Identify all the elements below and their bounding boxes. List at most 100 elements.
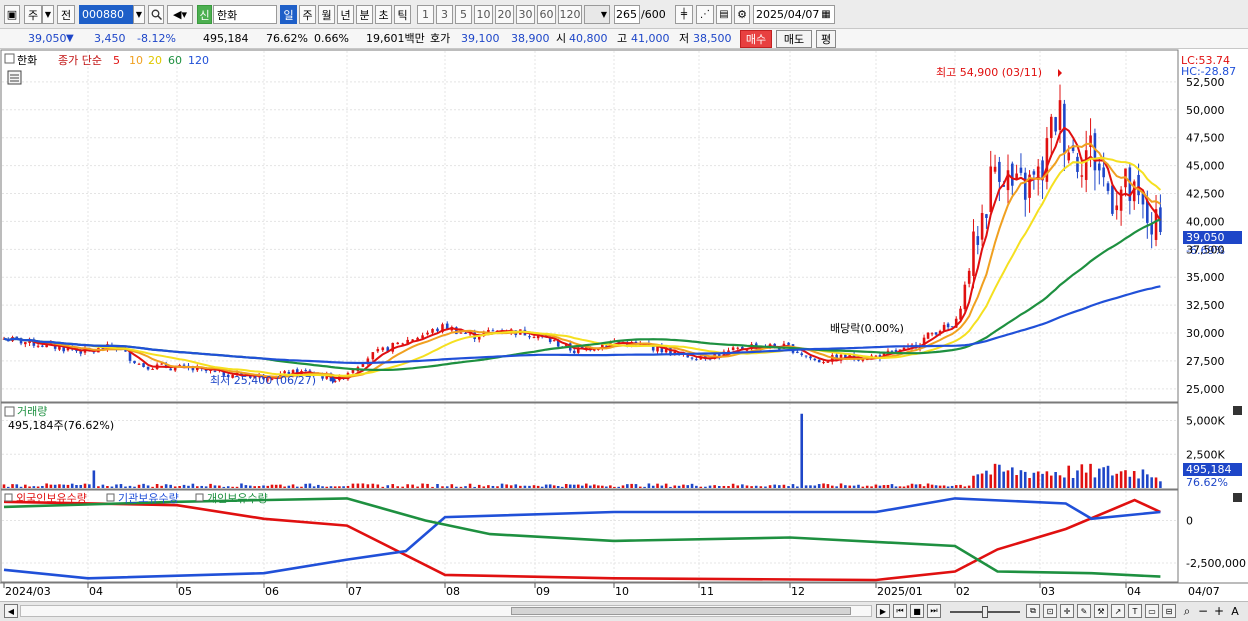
volume-bar	[79, 484, 83, 488]
volume-bar	[1015, 475, 1018, 488]
volume-bar	[235, 486, 239, 488]
volume-bar	[528, 485, 531, 488]
holding-menu-icon-3[interactable]	[195, 493, 204, 502]
scrollbar-thumb[interactable]	[511, 607, 851, 615]
zoom-in-icon[interactable]: +	[1212, 604, 1226, 618]
volume-panel-menu-icon[interactable]	[4, 406, 15, 417]
interval-30[interactable]: 30	[516, 5, 535, 24]
interval-1[interactable]: 1	[417, 5, 434, 24]
save-icon[interactable]: ▤	[716, 5, 732, 24]
zoom-slider-handle[interactable]	[982, 606, 988, 618]
text-tool-icon[interactable]: T	[1128, 604, 1142, 618]
interval-120[interactable]: 120	[558, 5, 582, 24]
volume-bar	[218, 485, 221, 488]
stock-code-input[interactable]: 000880	[79, 5, 133, 24]
calendar-icon[interactable]: ▦	[819, 5, 833, 24]
interval-10[interactable]: 10	[474, 5, 493, 24]
holding-y-tick: 0	[1186, 515, 1193, 528]
candle-body	[491, 330, 495, 332]
period-week[interactable]: 주	[299, 5, 316, 24]
chart-area[interactable]: 한화 종가 단순 5 10 20 60 120 LC:53.74 HC:-28.…	[0, 49, 1248, 601]
candle-body	[736, 347, 740, 349]
indicator-icon[interactable]: ⋰	[696, 5, 714, 24]
candle-body	[213, 370, 217, 372]
rect-tool-icon[interactable]: ▭	[1145, 604, 1159, 618]
custom-interval-dropdown[interactable]: ▼	[584, 5, 610, 24]
volume-bar	[1058, 475, 1062, 488]
interval-20[interactable]: 20	[495, 5, 514, 24]
interval-60[interactable]: 60	[537, 5, 556, 24]
zoom-out-icon[interactable]: −	[1196, 604, 1210, 618]
period-second[interactable]: 초	[375, 5, 392, 24]
volume-bar	[677, 485, 681, 488]
candle-body	[426, 332, 429, 335]
window-menu-icon[interactable]: ▣	[4, 5, 20, 24]
period-minute[interactable]: 분	[356, 5, 373, 24]
volume-bar	[279, 484, 282, 488]
volume-bar	[609, 485, 612, 488]
volume-bar	[817, 484, 821, 488]
interval-3[interactable]: 3	[436, 5, 453, 24]
copy-icon[interactable]: ⧉	[1026, 604, 1040, 618]
font-size-icon[interactable]: A	[1228, 604, 1242, 618]
candle-body	[142, 363, 145, 368]
volume-bar	[597, 485, 600, 488]
stop-icon[interactable]: ■	[910, 604, 924, 618]
volume-bar	[58, 484, 61, 488]
volume-bar	[950, 485, 954, 488]
market-select[interactable]: 주	[24, 5, 42, 24]
count-input[interactable]: 265	[614, 5, 640, 24]
volume-bar	[1076, 470, 1079, 488]
prev-button[interactable]: 전	[57, 5, 75, 24]
candle-type-icon[interactable]: ╪	[675, 5, 693, 24]
volume-tag-value: 495,184	[1186, 463, 1232, 476]
last-page-icon[interactable]: ⏭	[927, 604, 941, 618]
period-month[interactable]: 월	[318, 5, 335, 24]
volume-bar	[244, 485, 248, 488]
scroll-right-icon[interactable]: ▶	[876, 604, 890, 618]
volume-bar	[576, 484, 580, 488]
code-dropdown-icon[interactable]: ▼	[133, 5, 145, 24]
volume-bar	[1006, 470, 1010, 488]
buy-button[interactable]: 매수	[740, 30, 772, 48]
period-year[interactable]: 년	[337, 5, 354, 24]
holding-panel-close-icon[interactable]	[1233, 493, 1242, 502]
candle-body	[396, 342, 399, 345]
volume-bar	[482, 486, 486, 488]
volume-tag-pct: 76.62%	[1186, 476, 1228, 489]
search-icon[interactable]	[148, 5, 164, 24]
eval-button[interactable]: 평	[816, 30, 836, 48]
gear-icon[interactable]: ⚙	[734, 5, 750, 24]
x-axis-label: 05	[178, 585, 192, 598]
volume-bar	[741, 484, 744, 488]
first-page-icon[interactable]: ⏮	[893, 604, 907, 618]
period-day[interactable]: 일	[280, 5, 297, 24]
volume-panel-close-icon[interactable]	[1233, 406, 1242, 415]
volume-bar	[92, 470, 96, 488]
panel-menu-icon[interactable]	[4, 53, 15, 64]
crosshair-icon[interactable]: ✛	[1060, 604, 1074, 618]
market-dropdown-icon[interactable]: ▼	[42, 5, 54, 24]
arrow-tool-icon[interactable]: ↗	[1111, 604, 1125, 618]
zoom-search-icon[interactable]: ⌕	[1180, 604, 1194, 618]
volume-bar	[396, 486, 399, 488]
horizontal-scrollbar[interactable]	[20, 605, 872, 617]
candle-body	[1097, 163, 1101, 171]
holding-menu-icon-2[interactable]	[106, 493, 115, 502]
scroll-left-icon[interactable]: ◀	[4, 604, 18, 618]
candle-body	[690, 357, 694, 359]
candle-body	[62, 347, 65, 352]
period-tick[interactable]: 틱	[394, 5, 411, 24]
volume-bar	[240, 483, 243, 488]
volume-bar	[673, 485, 677, 488]
volume-bar	[773, 484, 776, 488]
stock-name-field[interactable]: 한화	[213, 5, 277, 24]
sell-button[interactable]: 매도	[776, 30, 812, 48]
tools-icon[interactable]: ⚒	[1094, 604, 1108, 618]
layout-icon[interactable]: ⊡	[1043, 604, 1057, 618]
speaker-icon[interactable]: ◀▾	[167, 5, 193, 24]
holding-menu-icon-1[interactable]	[4, 493, 13, 502]
split-icon[interactable]: ⊟	[1162, 604, 1176, 618]
draw-icon[interactable]: ✎	[1077, 604, 1091, 618]
interval-5[interactable]: 5	[455, 5, 472, 24]
